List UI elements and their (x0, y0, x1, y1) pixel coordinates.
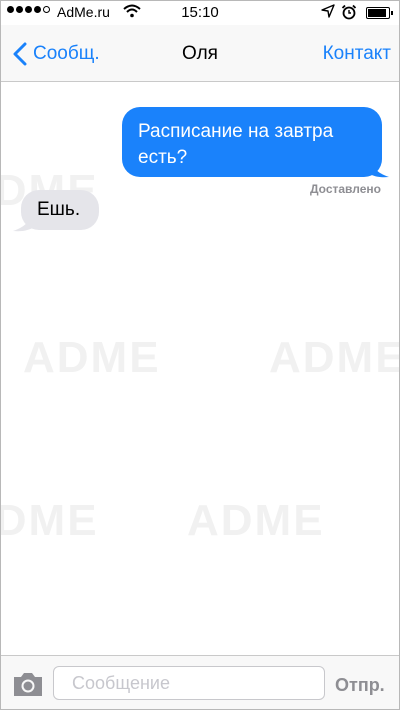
navigation-bar: Сообщ. Оля Контакт (1, 25, 399, 82)
status-bar: AdMe.ru 15:10 (1, 1, 399, 25)
status-time: 15:10 (181, 4, 219, 21)
delivery-status: Доставлено (309, 182, 381, 196)
outgoing-message-bubble[interactable]: Расписание на завтра есть? (122, 107, 382, 177)
message-input[interactable] (53, 666, 325, 700)
watermark: ADME (1, 496, 99, 545)
message-input-bar: Отпр. (1, 655, 399, 709)
alarm-icon (341, 4, 357, 20)
battery-icon (366, 7, 393, 19)
contact-button[interactable]: Контакт (323, 43, 391, 65)
watermark: ADME (269, 333, 400, 382)
location-icon (321, 4, 335, 18)
incoming-message-bubble[interactable]: Ешь. (21, 190, 99, 230)
bubble-tail (367, 153, 389, 178)
message-text: Расписание на завтра есть? (138, 121, 334, 168)
send-button[interactable]: Отпр. (335, 675, 385, 696)
message-text: Ешь. (37, 199, 81, 220)
phone-screen: ADME ADME ADME ADME ADME ADME AdMe.ru 15… (0, 0, 400, 710)
camera-icon[interactable] (11, 670, 45, 698)
watermark: ADME (23, 333, 161, 382)
watermark: ADME (187, 496, 325, 545)
